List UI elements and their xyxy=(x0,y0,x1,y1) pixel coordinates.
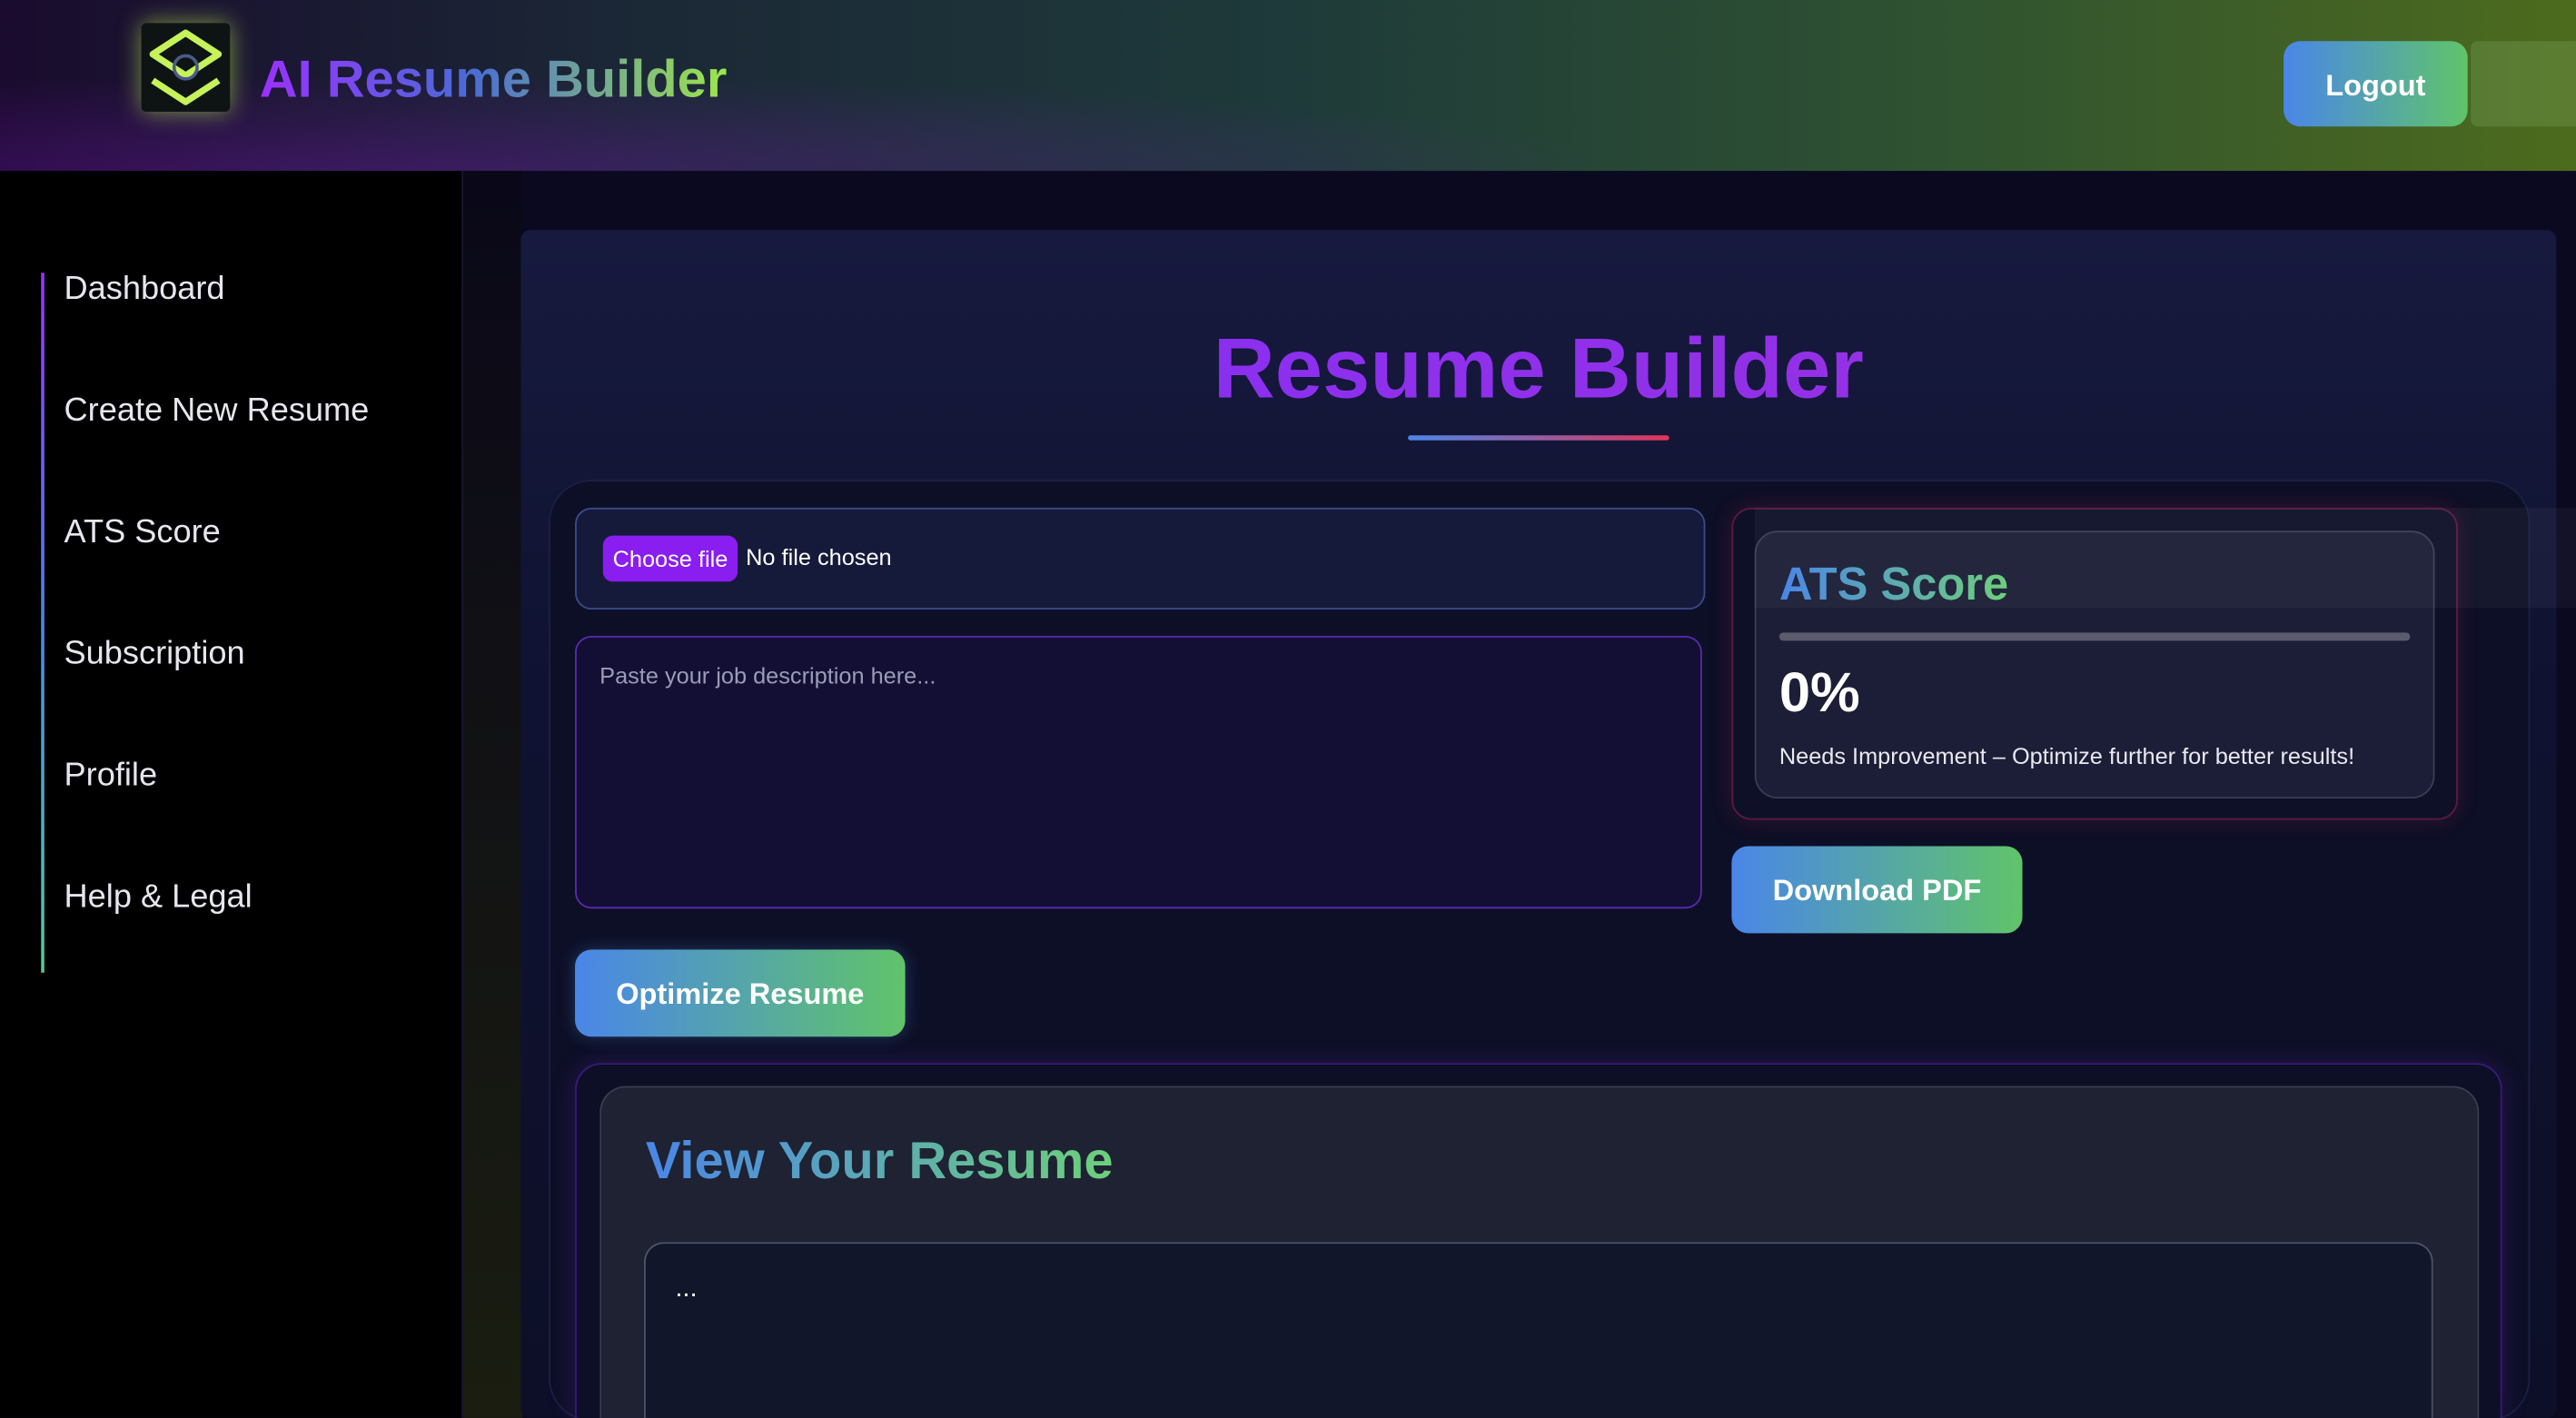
app-title: AI Resume Builder xyxy=(259,49,728,109)
logout-button[interactable]: Logout xyxy=(2284,41,2468,127)
sidebar-item-help-legal[interactable]: Help & Legal xyxy=(64,879,253,917)
title-underline xyxy=(1408,435,1669,441)
ats-score-value: 0% xyxy=(1778,661,1860,725)
resume-preview-box xyxy=(644,1242,2433,1418)
ats-score-title: ATS Score xyxy=(1778,558,2009,610)
resume-preview-text: ... xyxy=(675,1274,698,1304)
sidebar-item-subscription[interactable]: Subscription xyxy=(64,636,245,674)
ats-score-message: Needs Improvement – Optimize further for… xyxy=(1778,742,2355,769)
ats-progress-bar xyxy=(1778,632,2411,641)
sidebar-item-profile[interactable]: Profile xyxy=(64,758,158,796)
choose-file-button[interactable]: Choose file xyxy=(602,535,738,582)
sidebar-item-ats-score[interactable]: ATS Score xyxy=(64,514,221,552)
file-upload-field[interactable] xyxy=(575,507,1706,610)
sidebar-item-dashboard[interactable]: Dashboard xyxy=(64,271,225,309)
app-window: AI Resume Builder Logout Dashboard Creat… xyxy=(0,0,2576,1418)
header-ghost-tab xyxy=(2471,41,2576,127)
page-title: Resume Builder xyxy=(0,321,2576,420)
view-resume-title: View Your Resume xyxy=(645,1130,1114,1190)
download-pdf-button[interactable]: Download PDF xyxy=(1731,846,2023,934)
top-header: AI Resume Builder Logout xyxy=(0,0,2576,172)
job-description-input[interactable] xyxy=(575,635,1702,909)
file-status-text: No file chosen xyxy=(746,543,892,570)
optimize-resume-button[interactable]: Optimize Resume xyxy=(575,949,906,1037)
layers-logo-icon xyxy=(141,23,231,112)
